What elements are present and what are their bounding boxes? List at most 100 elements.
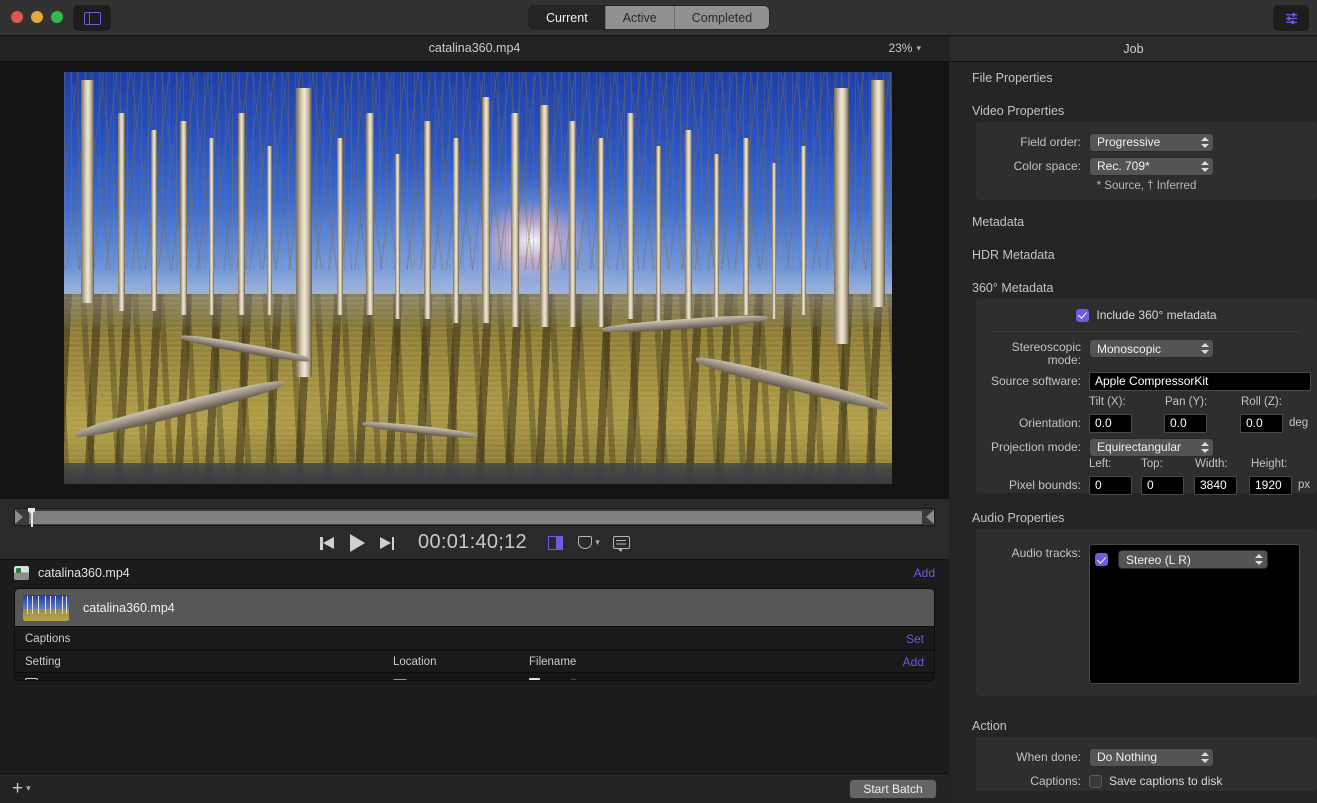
color-space-popup[interactable]: Rec. 709* <box>1089 156 1214 176</box>
captions-icon <box>613 536 631 552</box>
add-menu-button[interactable]: + ▾ <box>12 778 31 799</box>
skip-to-start-icon <box>320 536 335 550</box>
field-order-popup[interactable]: Progressive <box>1089 132 1214 152</box>
go-to-start-button[interactable] <box>312 536 342 550</box>
divider <box>992 331 1301 332</box>
column-setting: Setting <box>25 655 61 668</box>
play-button[interactable] <box>342 533 372 552</box>
job-thumbnail <box>23 594 69 621</box>
play-icon <box>349 533 365 552</box>
batch-add-link[interactable]: Add <box>914 566 935 580</box>
job-card[interactable]: catalina360.mp4 Captions Set Setting Loc… <box>14 588 935 681</box>
audio-track-popup[interactable]: Stereo (L R) <box>1118 550 1268 569</box>
captions-row: Captions Set <box>15 627 934 651</box>
stepper-icon <box>1200 441 1209 454</box>
field-order-value: Progressive <box>1097 135 1161 149</box>
audio-properties-panel: Audio tracks: Stereo (L R) <box>976 529 1317 696</box>
stepper-icon <box>1200 751 1209 764</box>
tab-active[interactable]: Active <box>605 6 675 29</box>
stepper-icon <box>1200 342 1209 355</box>
split-view-icon <box>548 535 564 550</box>
scrubber-track[interactable] <box>29 511 922 524</box>
timecode-display[interactable]: 00:01:40;12 <box>418 531 527 554</box>
roll-label: Roll (Z): <box>1241 396 1282 408</box>
tilt-label: Tilt (X): <box>1089 396 1126 408</box>
start-batch-button[interactable]: Start Batch <box>849 779 937 799</box>
tab-current[interactable]: Current <box>529 6 606 29</box>
zoom-button[interactable] <box>51 11 63 23</box>
playhead[interactable] <box>28 508 36 527</box>
source-software-input[interactable]: Apple CompressorKit <box>1089 371 1311 391</box>
audio-track-value: Stereo (L R) <box>1126 552 1191 567</box>
orientation-tilt-input[interactable]: 0.0 <box>1089 413 1132 433</box>
bottom-bar: + ▾ Start Batch <box>0 773 949 803</box>
pixel-bounds-width-input[interactable]: 3840 <box>1194 475 1237 495</box>
field-order-label: Field order: <box>1020 135 1081 149</box>
view-tabs: Current Active Completed <box>529 6 770 29</box>
section-360-metadata[interactable]: 360° Metadata <box>950 281 1053 295</box>
audio-track-item[interactable]: Stereo (L R) <box>1095 550 1294 569</box>
audio-track-checkbox[interactable] <box>1095 553 1108 566</box>
include-360-row[interactable]: Include 360° metadata <box>976 308 1317 322</box>
stereoscopic-mode-popup[interactable]: Monoscopic <box>1089 339 1214 358</box>
video-preview[interactable] <box>64 72 892 484</box>
shield-icon <box>578 536 593 549</box>
left-label: Left: <box>1089 458 1112 470</box>
pixel-bounds-height-input[interactable]: 1920 <box>1249 475 1292 495</box>
projection-mode-popup[interactable]: Equirectangular <box>1089 437 1214 457</box>
setting-add-link[interactable]: Add <box>903 655 924 669</box>
sidebar-toggle-button[interactable] <box>73 5 111 31</box>
close-button[interactable] <box>11 11 23 23</box>
when-done-popup[interactable]: Do Nothing <box>1089 747 1214 767</box>
chevron-down-icon: ▾ <box>595 537 600 547</box>
row-setting-value: Up to 4K <box>45 678 94 681</box>
setting-icon <box>25 678 38 680</box>
inspector-toggle-button[interactable] <box>1273 5 1309 31</box>
skip-to-end-icon <box>380 536 395 550</box>
folder-icon <box>393 679 407 680</box>
color-space-value: Rec. 709* <box>1097 159 1150 173</box>
section-file-properties[interactable]: File Properties <box>950 71 1053 85</box>
stepper-icon <box>1200 136 1209 149</box>
zoom-value: 23% <box>888 41 913 55</box>
when-done-label: When done: <box>1016 750 1081 764</box>
section-hdr-metadata[interactable]: HDR Metadata <box>950 248 1055 262</box>
section-metadata[interactable]: Metadata <box>950 215 1024 229</box>
scrubber[interactable] <box>14 508 935 527</box>
go-to-end-button[interactable] <box>372 536 402 550</box>
preview-nadir <box>64 463 892 484</box>
zoom-control[interactable]: 23% ▾ <box>888 41 921 55</box>
section-audio-properties[interactable]: Audio Properties <box>950 511 1064 525</box>
save-captions-checkbox[interactable] <box>1089 774 1102 788</box>
transport-bar: 00:01:40;12 ▾ <box>0 499 949 559</box>
minimize-button[interactable] <box>31 11 43 23</box>
captions-set-link[interactable]: Set <box>906 632 924 646</box>
range-start-marker[interactable] <box>15 510 23 524</box>
pixel-bounds-top-input[interactable]: 0 <box>1141 475 1184 495</box>
sidebar-icon <box>83 11 101 25</box>
inspector-header: Job <box>950 36 1317 62</box>
action-panel: When done: Do Nothing Captions: Save cap… <box>976 737 1317 791</box>
batch-header: catalina360.mp4 Add <box>0 560 949 586</box>
split-view-button[interactable] <box>541 535 571 550</box>
projection-mode-label: Projection mode: <box>990 440 1081 454</box>
plus-icon: + <box>12 778 24 799</box>
projection-mode-value: Equirectangular <box>1097 440 1182 454</box>
metadata-360-panel: Include 360° metadata Stereoscopic mode:… <box>976 299 1317 495</box>
section-action[interactable]: Action <box>950 719 1007 733</box>
deg-unit-label: deg <box>1289 417 1309 429</box>
tab-completed[interactable]: Completed <box>674 6 770 29</box>
section-video-properties[interactable]: Video Properties <box>950 104 1064 118</box>
orientation-roll-input[interactable]: 0.0 <box>1240 413 1283 433</box>
row-location-value: Source <box>414 678 454 681</box>
shield-menu-button[interactable]: ▾ <box>571 536 607 549</box>
orientation-pan-input[interactable]: 0.0 <box>1164 413 1207 433</box>
captions-button[interactable] <box>607 536 637 552</box>
job-row[interactable]: catalina360.mp4 <box>15 589 934 627</box>
color-space-label: Color space: <box>1013 159 1081 173</box>
table-row[interactable]: Up to 4K Source catalina360-Up to 4K.mov <box>15 673 934 681</box>
include-360-checkbox[interactable] <box>1076 308 1090 322</box>
pixel-bounds-left-input[interactable]: 0 <box>1089 475 1132 495</box>
audio-tracks-list[interactable]: Stereo (L R) <box>1089 544 1300 684</box>
range-end-marker[interactable] <box>926 510 934 524</box>
